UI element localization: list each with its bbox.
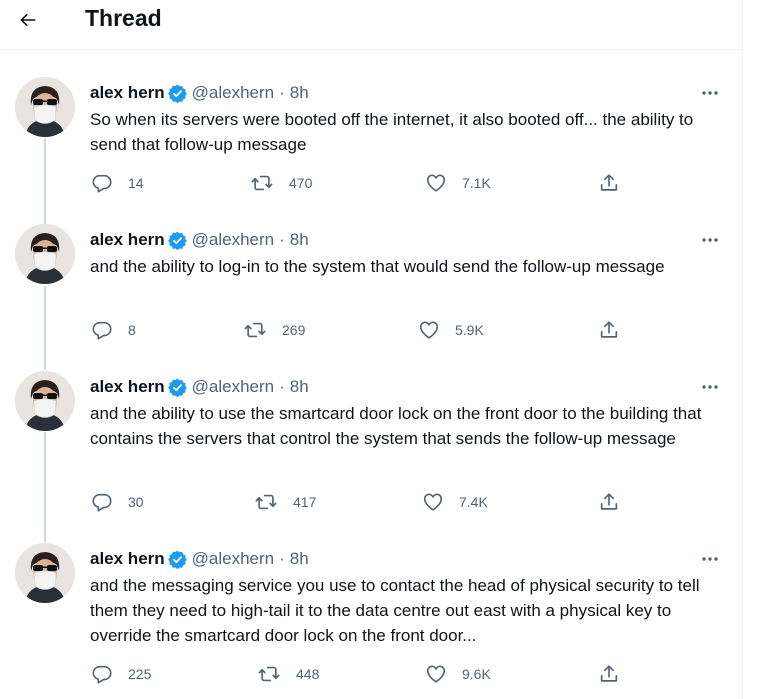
back-button[interactable]: [10, 2, 46, 38]
tweet-timestamp[interactable]: 8h: [290, 83, 309, 103]
author-handle[interactable]: @alexhern: [192, 549, 274, 569]
author-name[interactable]: alex hern: [90, 230, 165, 250]
tweet-text: and the ability to use the smartcard doo…: [90, 404, 702, 448]
like-button[interactable]: 5.9K: [418, 319, 484, 341]
heart-icon: [419, 321, 439, 339]
tweet-header: alex hern @alexhern · 8h: [90, 548, 309, 570]
tweet-header: alex hern @alexhern · 8h: [90, 82, 309, 104]
separator-dot: ·: [279, 83, 285, 102]
reply-icon: [92, 321, 112, 340]
like-count: 5.9K: [455, 322, 484, 338]
avatar-image: [15, 77, 75, 137]
author-name[interactable]: alex hern: [90, 549, 165, 569]
author-name[interactable]: alex hern: [90, 377, 165, 397]
more-dots-icon: [702, 91, 718, 95]
retweet-count: 417: [293, 494, 317, 510]
share-button[interactable]: [598, 491, 620, 513]
tweet[interactable]: alex hern @alexhern · 8h and the ability…: [0, 371, 743, 521]
heart-icon: [426, 665, 446, 683]
retweet-button[interactable]: 470: [250, 172, 312, 194]
tweet-header: alex hern @alexhern · 8h: [90, 376, 309, 398]
more-dots-icon: [702, 557, 718, 561]
tweet-timestamp[interactable]: 8h: [290, 549, 309, 569]
reply-button[interactable]: 30: [91, 491, 144, 513]
more-dots-icon: [702, 385, 718, 389]
more-options-button[interactable]: [697, 551, 723, 567]
share-button[interactable]: [598, 319, 620, 341]
like-button[interactable]: 7.1K: [425, 172, 491, 194]
reply-count: 14: [128, 175, 144, 191]
arrow-left-icon: [20, 13, 36, 27]
tweet[interactable]: alex hern @alexhern · 8h and the messagi…: [0, 543, 743, 693]
retweet-icon: [251, 175, 273, 191]
tweet-timestamp[interactable]: 8h: [290, 377, 309, 397]
tweet[interactable]: alex hern @alexhern · 8h and the ability…: [0, 224, 743, 354]
reply-button[interactable]: 225: [91, 663, 151, 685]
thread-column: Thread alex hern @alexhern · 8h So when …: [0, 0, 743, 699]
like-button[interactable]: 9.6K: [425, 663, 491, 685]
retweet-button[interactable]: 417: [254, 491, 316, 513]
avatar[interactable]: [15, 371, 75, 431]
reply-icon: [92, 174, 112, 193]
like-count: 7.1K: [462, 175, 491, 191]
separator-dot: ·: [279, 549, 285, 568]
verified-badge-icon: [167, 378, 187, 397]
page-title: Thread: [85, 5, 162, 31]
reply-count: 225: [128, 666, 152, 682]
reply-button[interactable]: 14: [91, 172, 144, 194]
separator-dot: ·: [279, 230, 285, 249]
author-handle[interactable]: @alexhern: [192, 83, 274, 103]
reply-icon: [92, 493, 112, 512]
verified-badge-icon: [167, 231, 187, 250]
avatar-image: [15, 224, 75, 284]
retweet-count: 269: [282, 322, 306, 338]
reply-count: 30: [128, 494, 144, 510]
reply-icon: [92, 665, 112, 684]
verified-badge-icon: [167, 84, 187, 103]
thread-header: Thread: [0, 0, 743, 50]
author-handle[interactable]: @alexhern: [192, 377, 274, 397]
heart-icon: [423, 493, 443, 511]
more-dots-icon: [702, 238, 718, 242]
retweet-count: 470: [289, 175, 313, 191]
share-icon: [600, 493, 618, 510]
verified-badge-icon: [167, 550, 187, 569]
retweet-button[interactable]: 448: [257, 663, 319, 685]
more-options-button[interactable]: [697, 85, 723, 101]
tweet-text: and the messaging service you use to con…: [90, 576, 700, 645]
retweet-icon: [255, 494, 277, 510]
retweet-button[interactable]: 269: [243, 319, 305, 341]
like-count: 9.6K: [462, 666, 491, 682]
avatar[interactable]: [15, 77, 75, 137]
avatar-image: [15, 543, 75, 603]
retweet-count: 448: [296, 666, 320, 682]
separator-dot: ·: [279, 377, 285, 396]
more-options-button[interactable]: [697, 379, 723, 395]
share-button[interactable]: [598, 172, 620, 194]
tweet-text: So when its servers were booted off the …: [90, 110, 694, 154]
share-button[interactable]: [598, 663, 620, 685]
like-button[interactable]: 7.4K: [422, 491, 488, 513]
more-options-button[interactable]: [697, 232, 723, 248]
reply-count: 8: [128, 322, 136, 338]
tweet-header: alex hern @alexhern · 8h: [90, 229, 309, 251]
retweet-icon: [258, 666, 280, 682]
avatar[interactable]: [15, 543, 75, 603]
share-icon: [600, 174, 618, 191]
share-icon: [600, 321, 618, 338]
avatar[interactable]: [15, 224, 75, 284]
reply-button[interactable]: 8: [91, 319, 136, 341]
tweet-timestamp[interactable]: 8h: [290, 230, 309, 250]
avatar-image: [15, 371, 75, 431]
tweet[interactable]: alex hern @alexhern · 8h So when its ser…: [0, 77, 743, 207]
heart-icon: [426, 174, 446, 192]
retweet-icon: [244, 322, 266, 338]
author-name[interactable]: alex hern: [90, 83, 165, 103]
share-icon: [600, 665, 618, 682]
like-count: 7.4K: [459, 494, 488, 510]
author-handle[interactable]: @alexhern: [192, 230, 274, 250]
tweet-text: and the ability to log-in to the system …: [90, 257, 665, 276]
